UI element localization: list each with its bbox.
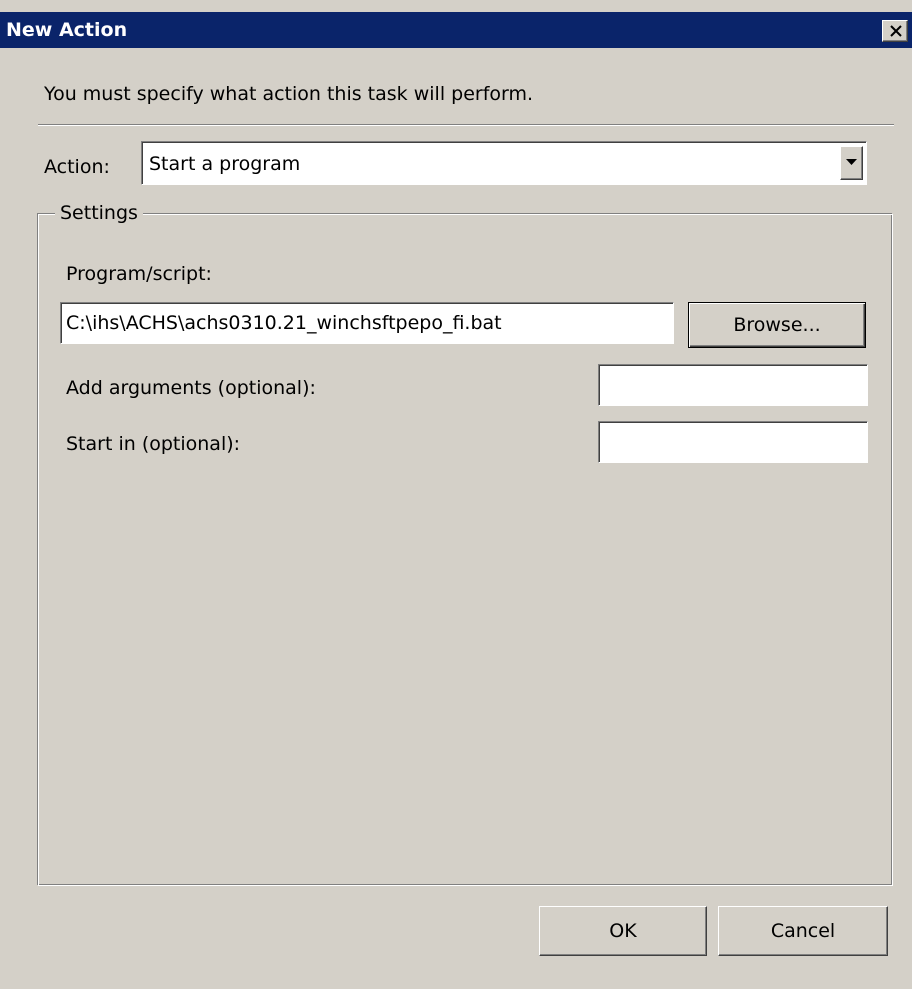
browse-button-label: Browse... [733,314,821,336]
action-dropdown-value: Start a program [149,153,301,175]
start-in-label: Start in (optional): [66,433,241,455]
new-action-dialog: New Action You must specify what action … [0,0,912,989]
add-arguments-field[interactable] [598,364,868,406]
action-dropdown[interactable]: Start a program [141,141,867,185]
ok-button[interactable]: OK [539,906,707,956]
cancel-button-label: Cancel [770,920,836,942]
add-arguments-input[interactable] [601,367,865,403]
browse-button[interactable]: Browse... [688,302,866,348]
add-arguments-label: Add arguments (optional): [66,377,316,399]
program-script-label: Program/script: [66,263,212,285]
program-script-input[interactable] [63,305,671,341]
chevron-down-icon [846,159,857,165]
start-in-input[interactable] [601,424,865,460]
close-icon [890,25,902,37]
separator-highlight [38,125,894,126]
settings-legend: Settings [55,201,143,225]
instruction-text: You must specify what action this task w… [44,83,534,105]
ok-button-label: OK [609,920,637,942]
window-title: New Action [6,19,128,41]
close-button[interactable] [882,20,908,42]
program-script-field[interactable] [60,302,674,344]
action-label: Action: [44,156,110,178]
start-in-field[interactable] [598,421,868,463]
dropdown-button[interactable] [840,146,863,180]
title-bar[interactable]: New Action [0,12,912,48]
cancel-button[interactable]: Cancel [718,906,888,956]
